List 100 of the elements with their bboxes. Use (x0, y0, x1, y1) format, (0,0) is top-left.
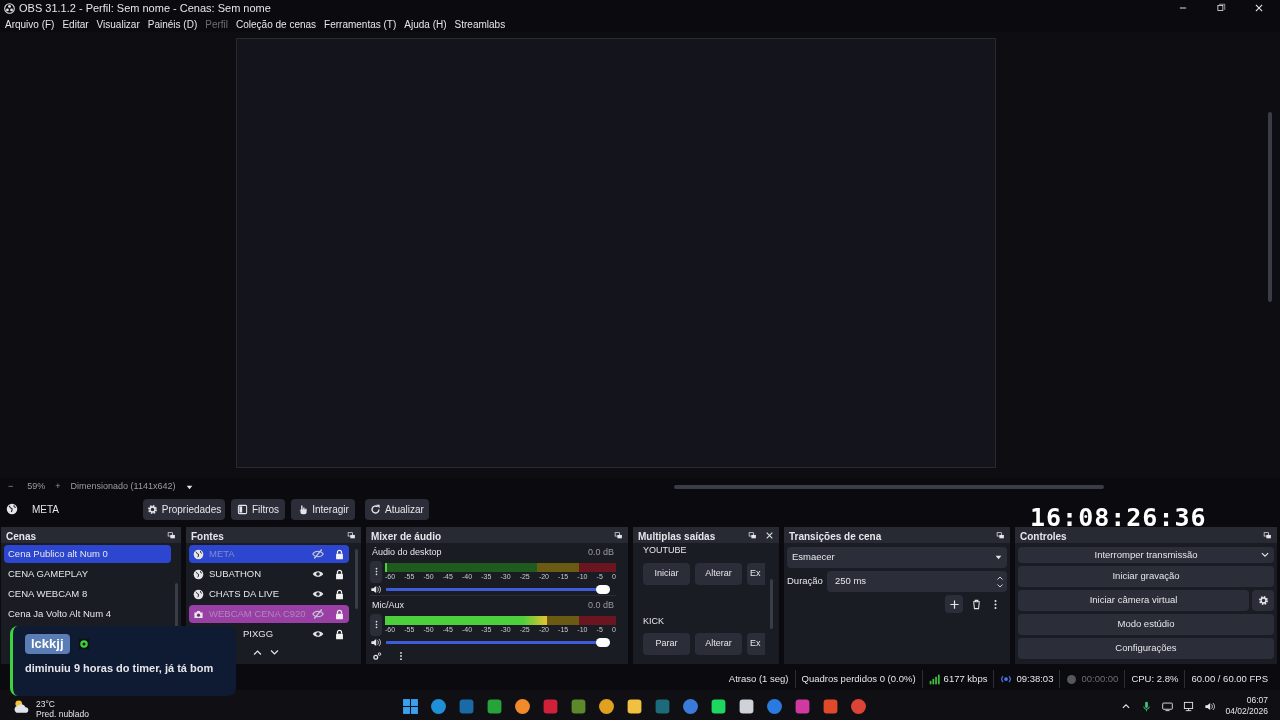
scene-item[interactable]: Cena Ja Volto Alt Num 4 (4, 605, 171, 623)
move-up-icon[interactable] (252, 647, 263, 658)
undock-icon[interactable] (996, 530, 1005, 540)
move-down-icon[interactable] (269, 647, 280, 658)
app-icon[interactable] (486, 697, 503, 715)
zoom-out-button[interactable]: − (8, 480, 14, 494)
app-icon[interactable] (514, 697, 531, 715)
lock-icon[interactable] (334, 568, 345, 580)
lock-icon[interactable] (334, 588, 345, 600)
source-label: WEBCAM CENA C920 (209, 606, 307, 621)
channel-name: Mic/Aux (372, 599, 404, 612)
start-icon[interactable] (402, 697, 419, 715)
lock-icon[interactable] (334, 628, 345, 640)
scene-item[interactable]: Cena Publico alt Num 0 (4, 545, 171, 563)
source-label: PIXGG (242, 626, 275, 641)
add-button[interactable] (945, 595, 963, 613)
speaker-icon[interactable] (1204, 700, 1216, 712)
control-button[interactable]: Interromper transmissão (1018, 547, 1274, 563)
hand-icon (297, 503, 309, 515)
display-icon[interactable] (1162, 700, 1174, 712)
scrollbar[interactable] (1268, 112, 1272, 302)
eye-slash-icon[interactable] (312, 608, 324, 620)
transition-dropdown[interactable]: Esmaecer (787, 547, 1007, 568)
panel-title: Transições de cena (789, 529, 883, 544)
source-item[interactable]: CHATS DA LIVE (189, 585, 349, 603)
close-icon[interactable] (1254, 3, 1264, 13)
slider-thumb[interactable] (596, 637, 610, 647)
microphone-icon[interactable] (1141, 700, 1153, 712)
output-button[interactable]: Parar (643, 633, 690, 655)
maximize-icon[interactable] (1216, 3, 1226, 13)
menu-item[interactable]: Editar (58, 16, 93, 32)
menu-item[interactable]: Coleção de cenas (232, 16, 321, 32)
lock-icon[interactable] (334, 548, 345, 560)
slider-thumb[interactable] (596, 584, 610, 594)
gears-icon[interactable] (372, 651, 382, 661)
scale-mode[interactable]: Dimensionado (1141x642) (70, 480, 176, 494)
menu-item[interactable]: Ajuda (H) (400, 16, 451, 32)
scene-item[interactable]: CENA GAMEPLAY (4, 565, 171, 583)
scene-item[interactable]: CENA WEBCAM 8 (4, 585, 171, 603)
close-icon[interactable] (765, 530, 774, 540)
app-icon[interactable] (598, 697, 615, 715)
scrollbar[interactable] (770, 579, 773, 629)
toolbar-button[interactable]: Interagir (291, 498, 355, 520)
filter-icon (236, 503, 248, 515)
menu-item[interactable]: Streamlabs (450, 16, 510, 32)
gear-icon (1257, 595, 1269, 606)
globe-icon (193, 568, 204, 580)
eye-icon[interactable] (312, 568, 324, 580)
source-item[interactable]: SUBATHON (189, 565, 349, 583)
app-logo-icon (4, 2, 15, 14)
stream-time: 09:38:03 (1016, 671, 1054, 686)
speaker-icon[interactable] (370, 636, 381, 648)
menu-item[interactable]: Arquivo (F) (1, 16, 59, 32)
output-button[interactable]: Ex (747, 562, 765, 585)
control-button[interactable]: Iniciar câmera virtual (1018, 590, 1249, 611)
toolbar-button[interactable]: Filtros (231, 498, 285, 520)
chevron-up-icon[interactable] (1121, 701, 1132, 711)
source-label: CHATS DA LIVE (209, 586, 281, 601)
toolbar-button[interactable]: Propriedades (143, 498, 225, 520)
signal-bars-icon (928, 673, 940, 685)
undock-icon[interactable] (748, 530, 757, 540)
eye-icon[interactable] (312, 628, 324, 640)
app-icon[interactable] (430, 697, 447, 715)
settings-button[interactable] (1252, 590, 1274, 611)
undock-icon[interactable] (347, 530, 356, 540)
output-button[interactable]: Alterar (695, 562, 742, 585)
app-icon[interactable] (710, 697, 727, 715)
dropped-frames-status: Quadros perdidos 0 (0.0%) (801, 671, 916, 686)
network-icon[interactable] (1183, 700, 1195, 712)
app-icon[interactable] (626, 697, 643, 715)
control-button[interactable]: Modo estúdio (1018, 614, 1274, 635)
cpu-usage: CPU: 2.8% (1131, 671, 1179, 686)
trash-icon[interactable] (971, 598, 982, 610)
spin-down-icon[interactable] (996, 581, 1004, 590)
duration-field[interactable]: 250 ms (826, 571, 1007, 592)
undock-icon[interactable] (1263, 530, 1272, 540)
control-button[interactable]: Configurações (1018, 638, 1274, 659)
speaker-icon[interactable] (370, 583, 381, 595)
broadcast-icon (1000, 673, 1013, 685)
control-button[interactable]: Iniciar gravação (1018, 566, 1274, 587)
temperature: 23°C (36, 699, 56, 709)
toolbar-button[interactable]: Atualizar (365, 498, 429, 520)
undock-icon[interactable] (167, 530, 176, 540)
output-button[interactable]: Ex (747, 633, 765, 655)
plus-icon (948, 598, 960, 610)
menu-item[interactable]: Visualizar (92, 16, 144, 32)
menu-item[interactable]: Painéis (D) (143, 16, 202, 32)
zoom-in-button[interactable]: + (55, 480, 61, 494)
channel-name: Áudio do desktop (372, 546, 442, 559)
undock-icon[interactable] (614, 530, 623, 540)
output-name: KICK (643, 614, 665, 628)
app-icon[interactable] (738, 697, 755, 715)
output-button[interactable]: Iniciar (643, 562, 690, 585)
scrollbar[interactable] (674, 485, 1105, 489)
eye-slash-icon[interactable] (312, 548, 324, 560)
menu-item[interactable]: Ferramentas (T) (320, 16, 401, 32)
output-button[interactable]: Alterar (695, 633, 742, 655)
eye-icon[interactable] (312, 588, 324, 600)
scrollbar[interactable] (355, 549, 358, 609)
record-icon (1066, 673, 1078, 685)
